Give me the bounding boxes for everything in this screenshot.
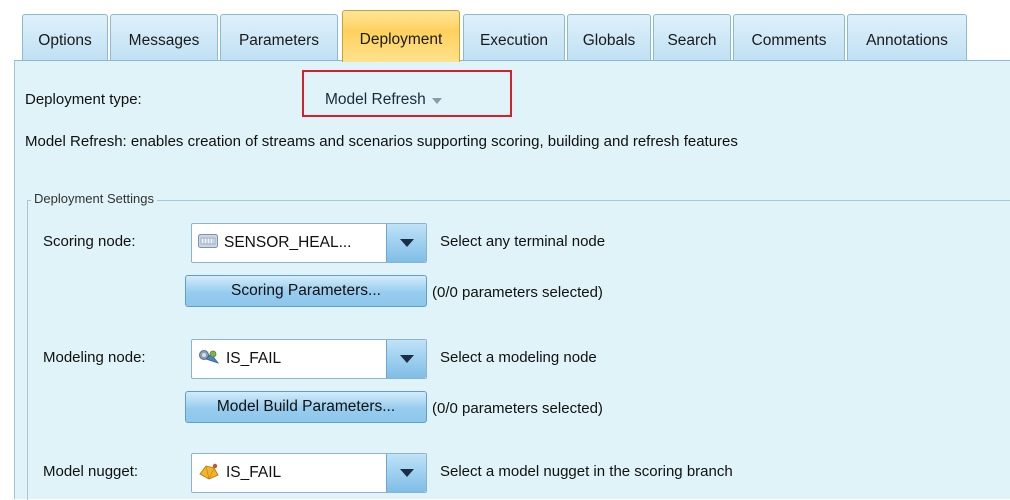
scoring-parameters-status: (0/0 parameters selected) bbox=[432, 284, 603, 301]
chevron-down-icon bbox=[399, 469, 414, 477]
scoring-node-combo[interactable]: SENSOR_HEAL... bbox=[191, 223, 427, 263]
model-build-parameters-button[interactable]: Model Build Parameters... bbox=[185, 391, 427, 423]
tab-label: Deployment bbox=[359, 30, 443, 48]
tab-messages[interactable]: Messages bbox=[110, 14, 218, 61]
tab-label: Messages bbox=[128, 32, 200, 49]
tab-label: Options bbox=[38, 32, 92, 49]
chevron-down-icon bbox=[399, 355, 414, 363]
tab-execution[interactable]: Execution bbox=[463, 14, 565, 61]
scoring-node-label: Scoring node: bbox=[43, 233, 136, 250]
model-build-parameters-status: (0/0 parameters selected) bbox=[432, 400, 603, 417]
model-build-parameters-button-label: Model Build Parameters... bbox=[216, 398, 396, 415]
model-nugget-hint: Select a model nugget in the scoring bra… bbox=[440, 463, 733, 480]
tab-strip: Options Messages Parameters Deployment E… bbox=[0, 0, 1010, 62]
deployment-panel: Deployment type: Model Refresh Model Ref… bbox=[14, 60, 1010, 500]
tab-label: Comments bbox=[751, 32, 827, 49]
chevron-down-icon bbox=[431, 98, 442, 104]
model-nugget-label: Model nugget: bbox=[43, 463, 139, 480]
fieldset-border bbox=[27, 200, 1010, 201]
modeling-node-dropdown-button[interactable] bbox=[386, 340, 426, 378]
modeling-node-icon bbox=[198, 349, 220, 370]
tab-parameters[interactable]: Parameters bbox=[220, 14, 338, 61]
modeling-node-label: Modeling node: bbox=[43, 349, 146, 366]
table-output-icon bbox=[198, 233, 218, 253]
tab-label: Search bbox=[667, 32, 717, 49]
tab-label: Annotations bbox=[866, 32, 948, 49]
deployment-type-label: Deployment type: bbox=[25, 91, 142, 108]
tab-deployment[interactable]: Deployment bbox=[342, 10, 460, 62]
scoring-node-dropdown-button[interactable] bbox=[386, 224, 426, 262]
deployment-type-dropdown[interactable]: Model Refresh bbox=[325, 87, 491, 113]
deployment-type-value: Model Refresh bbox=[325, 91, 426, 108]
deployment-type-description: Model Refresh: enables creation of strea… bbox=[25, 133, 738, 150]
scoring-parameters-button-label: Scoring Parameters... bbox=[231, 282, 381, 299]
model-nugget-combo[interactable]: IS_FAIL bbox=[191, 453, 427, 493]
tab-globals[interactable]: Globals bbox=[567, 14, 651, 61]
scoring-node-hint: Select any terminal node bbox=[440, 233, 606, 250]
scoring-parameters-button[interactable]: Scoring Parameters... bbox=[185, 275, 427, 307]
model-nugget-value: IS_FAIL bbox=[226, 464, 282, 481]
tab-search[interactable]: Search bbox=[653, 14, 731, 61]
modeling-node-value: IS_FAIL bbox=[226, 350, 282, 367]
modeling-node-hint: Select a modeling node bbox=[440, 349, 597, 366]
tab-label: Parameters bbox=[238, 32, 320, 49]
tab-annotations[interactable]: Annotations bbox=[847, 14, 967, 61]
modeling-node-combo[interactable]: IS_FAIL bbox=[191, 339, 427, 379]
model-nugget-dropdown-button[interactable] bbox=[386, 454, 426, 492]
tab-comments[interactable]: Comments bbox=[733, 14, 845, 61]
deployment-settings-legend: Deployment Settings bbox=[31, 191, 157, 206]
fieldset-border bbox=[27, 200, 28, 500]
scoring-node-value: SENSOR_HEAL... bbox=[224, 234, 352, 251]
tab-label: Globals bbox=[582, 32, 636, 49]
tab-label: Execution bbox=[479, 32, 549, 49]
model-nugget-icon bbox=[198, 462, 220, 485]
tab-options[interactable]: Options bbox=[22, 14, 108, 61]
chevron-down-icon bbox=[399, 239, 414, 247]
